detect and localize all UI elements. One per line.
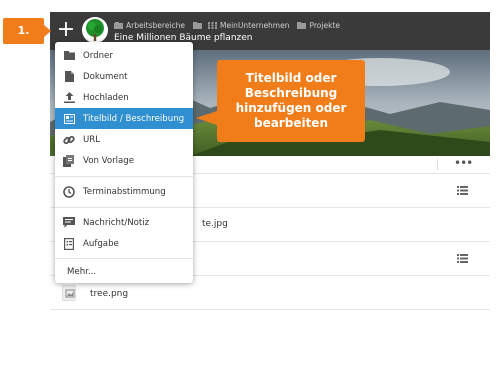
menu-item-url[interactable]: URL	[55, 129, 193, 150]
menu-item-label: Terminabstimmung	[83, 186, 166, 197]
menu-item-upload[interactable]: Hochladen	[55, 87, 193, 108]
menu-item-task[interactable]: Aufgabe	[55, 233, 193, 254]
menu-divider	[55, 258, 193, 259]
menu-item-label: Von Vorlage	[83, 155, 135, 166]
file-thumbnail	[62, 285, 76, 301]
folder-icon	[63, 50, 75, 62]
menu-divider	[55, 207, 193, 208]
file-name[interactable]: te.jpg	[202, 219, 228, 229]
add-button[interactable]: +	[56, 19, 76, 43]
task-icon	[63, 237, 75, 250]
menu-item-label: Nachricht/Notiz	[83, 217, 150, 228]
menu-item-title-image[interactable]: Titelbild / Beschreibung	[55, 108, 193, 129]
menu-item-label: Aufgabe	[83, 238, 119, 249]
callout-line: hinzufügen oder	[235, 101, 347, 115]
list-view-icon[interactable]	[457, 186, 468, 195]
menu-item-folder[interactable]: Ordner	[55, 45, 193, 66]
divider	[437, 159, 438, 170]
callout-box: Titelbild oder Beschreibung hinzufügen o…	[217, 60, 365, 142]
menu-item-message[interactable]: Nachricht/Notiz	[55, 212, 193, 233]
add-menu: Ordner Dokument Hochladen Titelbild / Be…	[55, 42, 193, 283]
menu-item-template[interactable]: Von Vorlage	[55, 150, 193, 171]
menu-item-document[interactable]: Dokument	[55, 66, 193, 87]
message-icon	[63, 217, 75, 229]
workspaces-icon	[114, 21, 123, 29]
menu-item-more[interactable]: Mehr...	[55, 261, 193, 282]
link-icon	[63, 134, 75, 146]
more-options-button[interactable]: •••	[454, 156, 473, 173]
folder-icon	[297, 21, 307, 29]
file-name[interactable]: tree.png	[90, 289, 128, 299]
upload-icon	[63, 92, 75, 104]
step-badge: 1.	[3, 18, 44, 44]
folder-icon	[193, 21, 203, 29]
breadcrumb: Arbeitsbereiche MeinUnternehmen Projekte	[114, 19, 348, 31]
callout-line: Beschreibung	[244, 86, 338, 100]
menu-item-label: URL	[83, 134, 101, 145]
apps-grid-icon	[208, 21, 218, 29]
menu-divider	[55, 176, 193, 177]
clock-icon	[63, 185, 75, 198]
menu-item-label: Hochladen	[83, 92, 129, 103]
callout-pointer	[196, 111, 217, 125]
menu-item-scheduling[interactable]: Terminabstimmung	[55, 181, 193, 202]
breadcrumb-label: Arbeitsbereiche	[126, 20, 186, 30]
breadcrumb-label: Projekte	[309, 20, 340, 30]
step-badge-pointer	[44, 25, 51, 37]
menu-item-label: Ordner	[83, 50, 113, 61]
tree-icon	[82, 17, 108, 43]
menu-item-label: Titelbild / Beschreibung	[83, 113, 185, 124]
callout-line: Titelbild oder	[245, 71, 337, 85]
breadcrumb-company[interactable]: MeinUnternehmen	[193, 21, 289, 30]
screenshot-stage: + Arbeitsbereiche MeinUnternehmen Projek…	[0, 0, 500, 366]
menu-item-label: Dokument	[83, 71, 128, 82]
image-icon	[63, 113, 75, 125]
breadcrumb-projects[interactable]: Projekte	[297, 21, 340, 30]
callout-line: bearbeiten	[253, 116, 328, 130]
workspace-avatar[interactable]	[82, 17, 108, 43]
document-icon	[63, 71, 75, 83]
image-file-icon	[65, 289, 75, 298]
breadcrumb-label: MeinUnternehmen	[220, 20, 290, 30]
template-icon	[63, 154, 75, 167]
breadcrumb-workspaces[interactable]: Arbeitsbereiche	[114, 21, 185, 30]
list-view-icon[interactable]	[457, 254, 468, 263]
